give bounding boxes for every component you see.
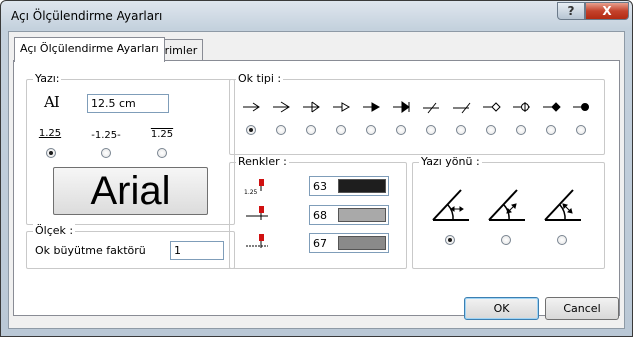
ok-button[interactable]: OK <box>464 297 539 320</box>
text-color-icon: 1.25 <box>244 179 264 196</box>
arrow-type-radio-3[interactable] <box>306 125 316 135</box>
filled-tee-arrow-icon <box>393 101 410 113</box>
arrow-color-swatch <box>338 236 386 250</box>
yazi-yonu-group-title: Yazı yönü : <box>419 155 482 168</box>
text-color-value: 63 <box>313 180 327 193</box>
arrow-type-radio-10[interactable] <box>516 125 526 135</box>
renkler-group: Renkler : 1.25 63 68 67 <box>229 155 407 269</box>
arrow-type-radio-2[interactable] <box>276 125 286 135</box>
text-color-icon-label: 1.25 <box>244 189 258 196</box>
arrow-type-radio-11[interactable] <box>546 125 556 135</box>
filled-dot-arrow-icon <box>573 103 589 111</box>
cancel-button[interactable]: Cancel <box>545 297 619 320</box>
aligned-direction-icon <box>488 189 525 221</box>
arrow-type-radio-9[interactable] <box>486 125 496 135</box>
dialog-window: Açı Ölçülendirme Ayarları ? X Açı Ölçüle… <box>0 0 633 337</box>
font-preview: Arial <box>90 169 171 213</box>
arrow-color-value: 67 <box>313 237 327 250</box>
text-height-input[interactable]: 12.5 cm <box>87 94 169 113</box>
font-select-button[interactable]: Arial <box>53 167 208 215</box>
arrow-type-radio-8[interactable] <box>456 125 466 135</box>
open-arrow-2-icon <box>273 101 290 113</box>
olcek-group-title: Ölçek : <box>33 224 76 237</box>
line-color-value: 68 <box>313 209 327 222</box>
arrow-color-icon <box>246 234 268 248</box>
line-color-picker[interactable]: 68 <box>309 205 389 225</box>
slash-2-arrow-icon <box>453 102 471 114</box>
horizontal-direction-icon <box>432 189 469 221</box>
scale-factor-input[interactable]: 1 <box>170 241 224 260</box>
sample-below-line: 1.25 <box>38 128 62 139</box>
arrow-color-picker[interactable]: 67 <box>309 233 389 253</box>
tab-aci-olculendirme-ayarlari[interactable]: Açı Ölçülendirme Ayarları <box>14 37 165 62</box>
filled-arrow-icon <box>363 102 381 112</box>
arrow-type-radio-7[interactable] <box>426 125 436 135</box>
sample-inline-radio[interactable] <box>101 148 111 158</box>
text-direction-radio-perpendicular[interactable] <box>557 235 567 245</box>
text-color-swatch <box>338 179 386 193</box>
slash-arrow-icon <box>423 102 439 114</box>
title-bar: Açı Ölçülendirme Ayarları ? X <box>1 1 632 31</box>
sample-inline: -1.25- <box>91 130 121 141</box>
tee-arrow-icon <box>303 101 320 113</box>
tab-label: Açı Ölçülendirme Ayarları <box>20 42 159 55</box>
ok-tipi-group-title: Ok tipi : <box>236 72 284 85</box>
arrow-type-radio-4[interactable] <box>336 125 346 135</box>
dialog-client-area: Açı Ölçülendirme Ayarları Birimler Yazı:… <box>8 31 625 329</box>
arrow-type-radio-5[interactable] <box>366 125 376 135</box>
yazi-yonu-group: Yazı yönü : <box>412 155 605 269</box>
line-color-icon <box>246 206 268 220</box>
open-arrow-icon <box>243 102 260 112</box>
filled-diamond-arrow-icon <box>543 102 561 112</box>
window-title: Açı Ölçülendirme Ayarları <box>11 9 163 23</box>
arrow-type-icons <box>243 101 589 114</box>
ok-tipi-group: Ok tipi : <box>229 72 605 155</box>
text-height-icon: AI <box>44 93 60 111</box>
crosshair-circle-arrow-icon <box>513 102 530 112</box>
help-icon: ? <box>567 4 575 18</box>
renkler-group-title: Renkler : <box>236 155 289 168</box>
arrow-type-radio-12[interactable] <box>576 125 586 135</box>
tab-panel: Yazı: AI 12.5 cm 1.25 -1.25- 1.25 Arial … <box>13 60 620 316</box>
sample-above-radio[interactable] <box>157 148 167 158</box>
line-color-swatch <box>338 208 386 222</box>
hollow-triangle-arrow-icon <box>333 102 351 112</box>
arrow-type-radio-1[interactable] <box>246 125 256 135</box>
perpendicular-direction-icon <box>544 189 581 221</box>
text-color-picker[interactable]: 63 <box>309 176 389 196</box>
arrow-type-radio-6[interactable] <box>396 125 406 135</box>
close-icon: X <box>602 4 612 18</box>
scale-factor-label: Ok büyütme faktörü <box>35 244 146 257</box>
yazi-group-title: Yazı: <box>33 72 62 85</box>
sample-below-radio[interactable] <box>46 148 56 158</box>
hollow-diamond-arrow-icon <box>483 102 501 112</box>
olcek-group: Ölçek : Ok büyütme faktörü 1 <box>26 224 235 269</box>
close-button[interactable]: X <box>585 2 629 20</box>
text-direction-radio-aligned[interactable] <box>501 235 511 245</box>
yazi-group: Yazı: AI 12.5 cm 1.25 -1.25- 1.25 Arial <box>26 72 235 225</box>
help-button[interactable]: ? <box>557 2 585 20</box>
text-direction-radio-horizontal[interactable] <box>445 235 455 245</box>
sample-above-line: 1.25 <box>150 129 174 140</box>
